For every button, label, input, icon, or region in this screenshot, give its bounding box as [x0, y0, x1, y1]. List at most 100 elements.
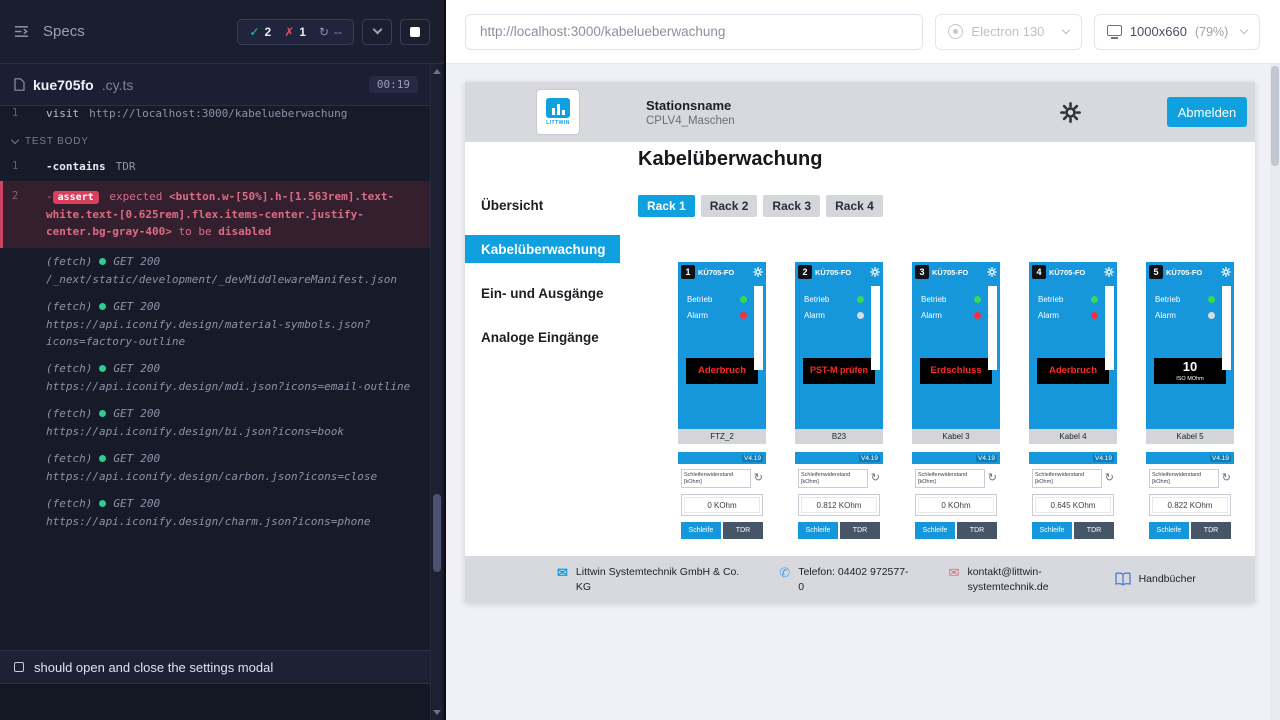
device-number-badge: 5	[1149, 265, 1163, 279]
contact-email[interactable]: kontakt@littwin- systemtechnik.de	[967, 565, 1048, 593]
viewport-size: 1000x660	[1130, 24, 1187, 39]
rack-tab[interactable]: Rack 3	[763, 195, 820, 217]
alarm-status-dot	[1091, 312, 1098, 319]
device-model-label: KÜ705-FO	[815, 268, 867, 277]
browser-panel: Electron 130 1000x660 (79%) LITTWIN Stat…	[446, 0, 1280, 720]
contains-command-row[interactable]: 1 -containsTDR	[0, 156, 432, 177]
fetch-label: (fetch)	[46, 298, 92, 315]
device-panel: 2 KÜ705-FO Betrieb Alarm PST-M prüfen	[795, 262, 883, 429]
device-settings-icon[interactable]	[870, 267, 880, 277]
resistance-value: 0.645 KOhm	[1032, 494, 1114, 516]
spec-name[interactable]: kue705fo	[33, 77, 94, 93]
resistance-value: 0.822 KOhm	[1149, 494, 1231, 516]
rack-tab[interactable]: Rack 1	[638, 195, 695, 217]
fetch-log-entry: (fetch) GET 200 https://api.iconify.desi…	[46, 360, 414, 395]
company-name: Littwin Systemtechnik GmbH & Co. KG	[576, 565, 739, 593]
tdr-button[interactable]: TDR	[723, 522, 763, 539]
line-number: 1	[12, 106, 36, 122]
assert-badge: assert	[53, 191, 99, 204]
measurement-section: Schleifenwiderstand [kOhm] ↻ 0 KOhm Schl…	[912, 464, 1000, 543]
url-input[interactable]	[465, 14, 923, 50]
device-cards-row: 1 KÜ705-FO Betrieb Alarm Aderbruch FTZ_2	[678, 262, 1255, 543]
stop-tests-button[interactable]	[400, 19, 430, 45]
fetch-status: 200	[140, 405, 160, 422]
device-panel: 5 KÜ705-FO Betrieb Alarm 10 ISO MOhm	[1146, 262, 1234, 429]
rack-tab[interactable]: Rack 4	[826, 195, 883, 217]
failed-assert-row[interactable]: 2 -assert expected <button.w-[50%].h-[1.…	[0, 181, 432, 248]
schleife-button[interactable]: Schleife	[798, 522, 838, 539]
card-spacer	[678, 444, 766, 452]
monitor-icon	[1107, 25, 1122, 36]
alarm-status-dot	[740, 312, 747, 319]
reporter-scrollbar[interactable]	[430, 64, 442, 720]
device-model-label: KÜ705-FO	[1049, 268, 1101, 277]
test-body-header[interactable]: TEST BODY	[0, 124, 432, 156]
resistance-label: Schleifenwiderstand [kOhm]	[1149, 469, 1219, 488]
collapse-button[interactable]	[362, 19, 392, 45]
footer-phone: ✆ Telefon: 04402 972577- 0	[779, 565, 908, 593]
firmware-version: V4.19	[1210, 455, 1231, 462]
electron-icon	[948, 24, 963, 39]
sidebar-nav-item[interactable]: Übersicht	[465, 191, 620, 219]
device-status-display: Aderbruch	[686, 358, 758, 384]
schleife-button[interactable]: Schleife	[1149, 522, 1189, 539]
tdr-button[interactable]: TDR	[1074, 522, 1114, 539]
station-name: CPLV4_Maschen	[646, 115, 735, 127]
next-test-row[interactable]: should open and close the settings modal	[0, 650, 432, 684]
device-settings-icon[interactable]	[1104, 267, 1114, 277]
settings-gear-icon[interactable]	[1060, 102, 1081, 123]
device-status-display: PST-M prüfen	[803, 358, 875, 384]
scroll-up-arrow[interactable]	[433, 69, 441, 74]
device-settings-icon[interactable]	[1221, 267, 1231, 277]
refresh-icon[interactable]: ↻	[871, 473, 880, 484]
fetch-log-entry: (fetch) GET 200 https://api.iconify.desi…	[46, 298, 414, 350]
visit-command-row[interactable]: 1 visithttp://localhost:3000/kabelueberw…	[0, 106, 432, 124]
betrieb-status-dot	[857, 296, 864, 303]
device-number-badge: 3	[915, 265, 929, 279]
scroll-down-arrow[interactable]	[433, 710, 441, 715]
scrollbar-thumb[interactable]	[1271, 66, 1279, 166]
viewport-select[interactable]: 1000x660 (79%)	[1094, 14, 1260, 50]
fetch-label: (fetch)	[46, 450, 92, 467]
rack-tab[interactable]: Rack 2	[701, 195, 758, 217]
schleife-button[interactable]: Schleife	[915, 522, 955, 539]
device-side-strip	[1222, 286, 1231, 370]
line-number: 1	[12, 158, 36, 175]
contains-arg: TDR	[116, 160, 136, 173]
refresh-icon[interactable]: ↻	[1222, 473, 1231, 484]
refresh-icon[interactable]: ↻	[754, 473, 763, 484]
device-side-strip	[871, 286, 880, 370]
device-status-display: Erdschluss	[920, 358, 992, 384]
tdr-button[interactable]: TDR	[957, 522, 997, 539]
browser-toolbar: Electron 130 1000x660 (79%)	[446, 0, 1280, 64]
schleife-button[interactable]: Schleife	[681, 522, 721, 539]
resistance-label: Schleifenwiderstand [kOhm]	[1032, 469, 1102, 488]
page-scrollbar[interactable]	[1270, 64, 1280, 720]
browser-select[interactable]: Electron 130	[935, 14, 1081, 50]
command-log[interactable]: 1 visithttp://localhost:3000/kabelueberw…	[0, 106, 432, 650]
scrollbar-thumb[interactable]	[433, 494, 441, 572]
measurement-section: Schleifenwiderstand [kOhm] ↻ 0.822 KOhm …	[1146, 464, 1234, 543]
specs-menu-icon[interactable]	[14, 24, 29, 39]
stat-passed: ✓2	[249, 25, 271, 39]
footer-manuals[interactable]: Handbücher	[1115, 572, 1196, 586]
page-title: Kabelüberwachung	[638, 148, 1255, 171]
alarm-status-dot	[1208, 312, 1215, 319]
logout-button[interactable]: Abmelden	[1167, 97, 1247, 127]
refresh-icon[interactable]: ↻	[1105, 473, 1114, 484]
schleife-button[interactable]: Schleife	[1032, 522, 1072, 539]
sidebar-nav-item[interactable]: Kabelüberwachung	[465, 235, 620, 263]
tdr-button[interactable]: TDR	[840, 522, 880, 539]
refresh-icon[interactable]: ↻	[988, 473, 997, 484]
card-spacer	[1146, 444, 1234, 452]
fetch-status: 200	[140, 450, 160, 467]
firmware-version: V4.19	[1093, 455, 1114, 462]
fetch-method: GET	[113, 495, 133, 512]
device-settings-icon[interactable]	[753, 267, 763, 277]
device-settings-icon[interactable]	[987, 267, 997, 277]
tdr-button[interactable]: TDR	[1191, 522, 1231, 539]
sidebar-nav-item[interactable]: Analoge Eingänge	[465, 323, 620, 351]
failed-count: 1	[299, 25, 306, 39]
sidebar-nav-item[interactable]: Ein- und Ausgänge	[465, 279, 620, 307]
specs-label[interactable]: Specs	[43, 23, 85, 40]
